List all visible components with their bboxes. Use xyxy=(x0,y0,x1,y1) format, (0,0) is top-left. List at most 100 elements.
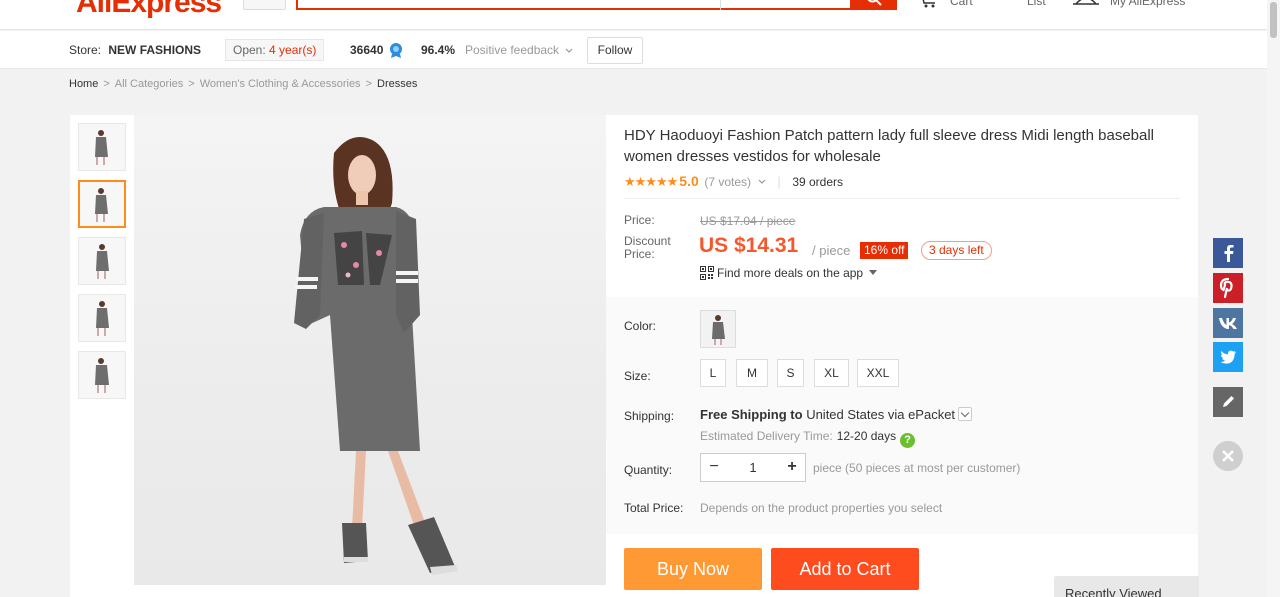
search-icon xyxy=(867,0,882,6)
help-icon[interactable]: ? xyxy=(900,433,916,448)
close-icon[interactable] xyxy=(1213,441,1243,471)
follow-button[interactable]: Follow xyxy=(587,37,643,64)
app-deals-link[interactable]: Find more deals on the app xyxy=(700,266,878,280)
caret-down-icon xyxy=(869,270,878,275)
color-label: Color: xyxy=(624,319,657,333)
feedback-dropdown[interactable]: Positive feedback xyxy=(465,43,573,57)
aliexpress-logo[interactable]: AliExpress xyxy=(76,0,222,20)
sku-options: Color: Size: L M S XL XXL Shipping: Free… xyxy=(606,297,1198,534)
shipping-selector[interactable]: Free Shipping to United States via ePack… xyxy=(700,407,973,422)
thumbnail-4[interactable] xyxy=(78,294,126,342)
twitter-icon[interactable] xyxy=(1213,342,1243,372)
quantity-decrease-button[interactable]: − xyxy=(701,454,727,481)
breadcrumb-home[interactable]: Home xyxy=(69,78,98,90)
price-label: Price: xyxy=(624,213,655,227)
thumbnail-5[interactable] xyxy=(78,351,126,399)
store-label-wrap: Store: NEW FASHIONS xyxy=(69,43,201,57)
medal-icon xyxy=(388,41,404,62)
discount-badge: 16% off xyxy=(860,242,909,259)
thumbnail-1[interactable] xyxy=(78,123,126,171)
wish-list-link[interactable]: List xyxy=(1027,0,1046,8)
add-to-cart-button[interactable]: Add to Cart xyxy=(771,548,919,590)
breadcrumb-womens-clothing[interactable]: Women's Clothing & Accessories xyxy=(200,78,361,90)
product-info: HDY Haoduoyi Fashion Patch pattern lady … xyxy=(606,115,1198,597)
dress-thumbnail-image xyxy=(95,130,108,165)
store-name[interactable]: NEW FASHIONS xyxy=(108,43,201,57)
breadcrumb-dresses[interactable]: Dresses xyxy=(377,78,417,90)
search-input[interactable] xyxy=(296,0,851,10)
quantity-label: Quantity: xyxy=(624,463,673,477)
delivery-label: Estimated Delivery Time: xyxy=(700,429,833,443)
dress-thumbnail-image xyxy=(96,301,109,336)
search-divider xyxy=(720,0,721,10)
size-option-xxl[interactable]: XXL xyxy=(857,359,899,387)
user-icon[interactable] xyxy=(1072,0,1100,11)
dress-thumbnail-image xyxy=(95,358,109,393)
heart-icon[interactable] xyxy=(1000,0,1016,11)
rating-row: ★★★★★ 5.0 (7 votes) | 39 orders xyxy=(624,173,843,190)
scrollbar-thumb[interactable] xyxy=(1270,2,1277,38)
page-scrollbar[interactable] xyxy=(1267,0,1280,597)
size-option-s[interactable]: S xyxy=(777,359,804,387)
feedback-label: Positive feedback xyxy=(465,43,560,57)
my-aliexpress-link[interactable]: My AliExpress xyxy=(1110,0,1185,8)
orders-count: 39 orders xyxy=(792,175,844,189)
dress-swatch-image xyxy=(712,315,725,345)
thumbnail-2[interactable] xyxy=(78,180,126,228)
cart-icon[interactable] xyxy=(918,0,940,11)
star-rating[interactable]: ★★★★★ xyxy=(624,174,678,189)
store-bar: Store: NEW FASHIONS Open: 4 year(s) 3664… xyxy=(0,31,1280,69)
chevron-down-icon xyxy=(958,407,973,421)
quantity-stepper: − 1 + xyxy=(700,453,806,482)
pinterest-icon[interactable] xyxy=(1213,273,1243,303)
delivery-estimate: Estimated Delivery Time: 12-20 days? xyxy=(700,429,916,448)
size-option-l[interactable]: L xyxy=(700,359,726,387)
edit-icon[interactable] xyxy=(1213,387,1243,417)
free-shipping-text: Free Shipping to xyxy=(700,407,803,422)
search-button[interactable] xyxy=(850,0,897,10)
breadcrumb-all-categories[interactable]: All Categories xyxy=(115,78,183,90)
chevron-down-icon xyxy=(758,179,766,184)
thumbnail-3[interactable] xyxy=(78,237,126,285)
shipping-destination: United States via ePacket xyxy=(806,407,956,422)
facebook-icon[interactable] xyxy=(1213,238,1243,268)
feedback-percent: 96.4% xyxy=(421,43,456,57)
site-header: AliExpress Cart List My AliExpress xyxy=(0,0,1280,30)
breadcrumb-separator: > xyxy=(103,78,110,90)
chevron-down-icon xyxy=(565,48,573,53)
total-price-label: Total Price: xyxy=(624,501,684,515)
size-option-xl[interactable]: XL xyxy=(814,359,849,387)
qr-icon xyxy=(700,266,714,280)
quantity-note: piece (50 pieces at most per customer) xyxy=(813,461,1021,475)
thumbnail-list xyxy=(78,123,126,408)
quantity-input[interactable]: 1 xyxy=(727,454,779,481)
buy-now-button[interactable]: Buy Now xyxy=(624,548,762,590)
divider xyxy=(624,198,1180,199)
breadcrumb: Home > All Categories > Women's Clothing & A… xyxy=(69,78,417,90)
size-option-m[interactable]: M xyxy=(736,359,768,387)
store-score[interactable]: 36640 xyxy=(350,43,383,57)
breadcrumb-separator: > xyxy=(188,78,195,90)
main-product-image[interactable] xyxy=(134,115,606,585)
product-main: HDY Haoduoyi Fashion Patch pattern lady … xyxy=(70,115,1198,597)
per-piece-label: / piece xyxy=(812,243,851,258)
vk-icon[interactable] xyxy=(1213,308,1243,338)
discount-price-label: Discount Price: xyxy=(624,234,671,261)
breadcrumb-separator: > xyxy=(365,78,372,90)
cart-link[interactable]: Cart xyxy=(950,0,973,8)
rating-value: 5.0 xyxy=(679,173,699,189)
store-open-badge: Open: 4 year(s) xyxy=(225,39,325,61)
discount-price: US $14.31 xyxy=(699,234,799,257)
quantity-increase-button[interactable]: + xyxy=(779,454,805,481)
recently-viewed-tab[interactable]: Recently Viewed xyxy=(1054,576,1199,597)
shipping-label: Shipping: xyxy=(624,409,675,423)
app-deals-label: Find more deals on the app xyxy=(717,266,864,280)
total-price-note: Depends on the product properties you se… xyxy=(700,501,943,515)
days-left-badge: 3 days left xyxy=(921,241,992,260)
original-price: US $17.04 / piece xyxy=(700,214,796,228)
votes-link[interactable]: (7 votes) xyxy=(704,175,751,189)
dress-thumbnail-image xyxy=(95,188,108,222)
color-option-grey[interactable] xyxy=(700,310,736,348)
category-button[interactable] xyxy=(243,0,286,10)
product-title: HDY Haoduoyi Fashion Patch pattern lady … xyxy=(624,127,1155,165)
